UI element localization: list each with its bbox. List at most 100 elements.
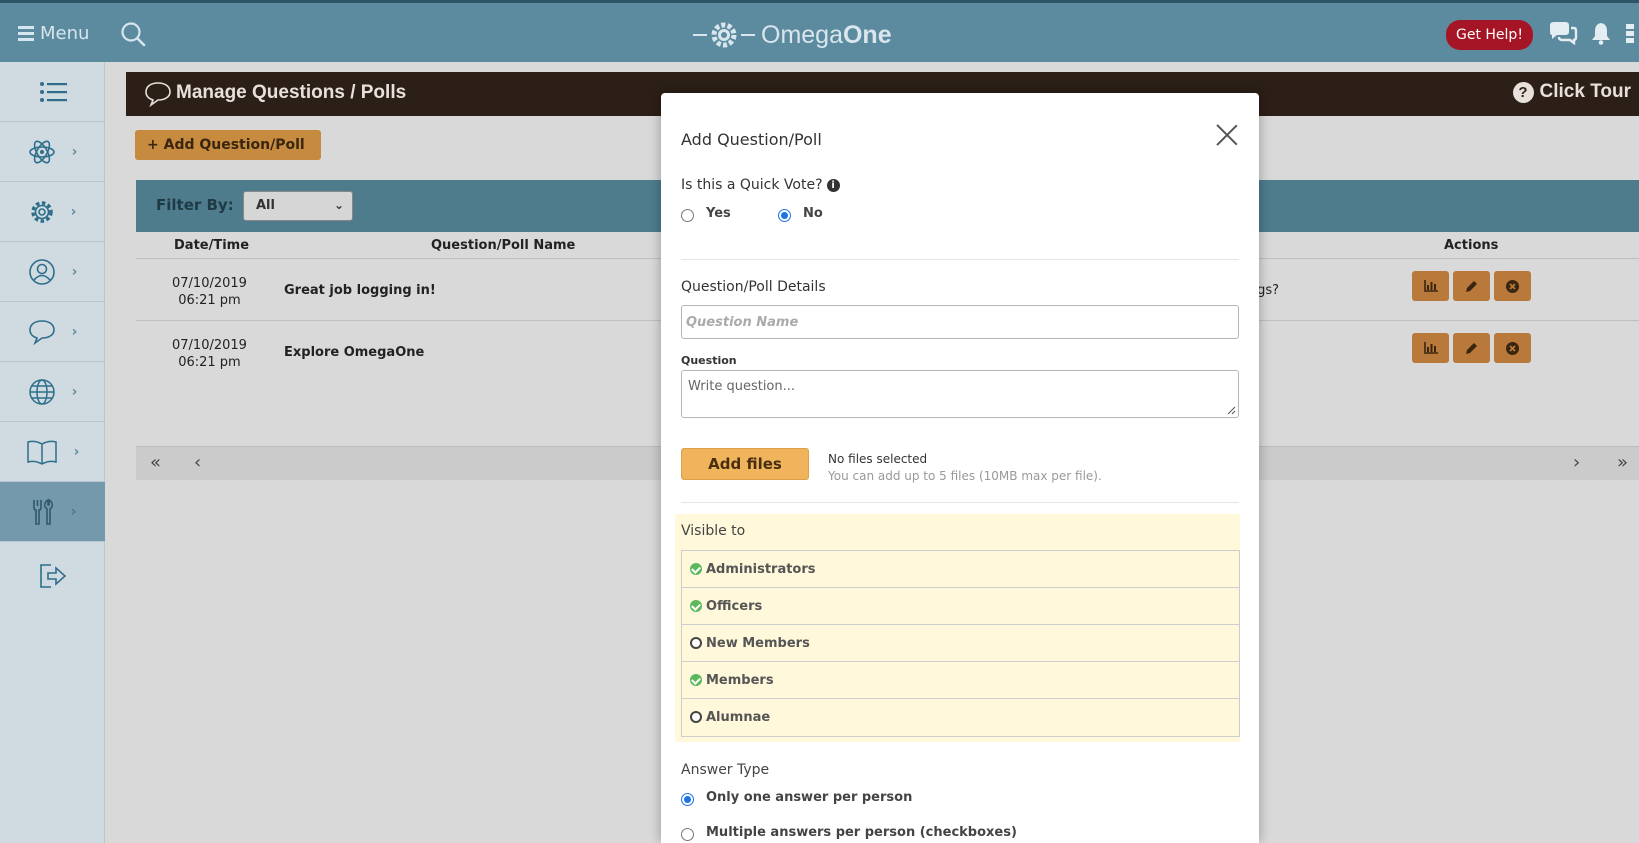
pencil-icon (1466, 342, 1477, 354)
details-label: Question/Poll Details (681, 279, 826, 295)
visible-option-administrators[interactable]: Administrators (682, 551, 1239, 588)
globe-icon (28, 378, 55, 405)
list-icon (39, 81, 67, 102)
visible-to-section: Visible to Administrators Officers New M… (675, 514, 1240, 742)
col-actions: Actions (1444, 238, 1499, 253)
files-info: No files selected You can add up to 5 fi… (828, 451, 1102, 485)
add-files-button[interactable]: Add files (681, 448, 809, 480)
filter-select[interactable]: All ⌄ (243, 191, 353, 221)
top-icons (1548, 21, 1636, 49)
chevron-right-icon: › (71, 263, 78, 280)
chat-bubbles-icon[interactable] (1548, 21, 1578, 49)
row-datetime: 07/10/2019 06:21 pm (172, 276, 247, 308)
logo-text-bold: One (842, 20, 892, 49)
sidebar-item-tools[interactable]: › (0, 482, 105, 542)
filter-label: Filter By: (156, 196, 234, 214)
question-label: Question (681, 354, 737, 367)
pencil-icon (1466, 280, 1477, 292)
prev-page-icon[interactable]: ‹ (194, 452, 201, 473)
answer-multi-radio[interactable] (681, 828, 694, 841)
atom-icon (28, 140, 55, 163)
bar-chart-icon (1423, 342, 1438, 354)
check-circle-icon (690, 563, 702, 575)
visible-option-alumnae[interactable]: Alumnae (682, 699, 1239, 736)
question-placeholder: Write question... (688, 379, 796, 394)
row-name: Great job logging in! (284, 283, 436, 298)
chevron-right-icon: › (71, 143, 78, 160)
page-title: Manage Questions / Polls (176, 82, 407, 103)
quick-vote-yes-label: Yes (706, 206, 731, 221)
chevron-down-icon: ⌄ (333, 198, 344, 212)
gear-icon (30, 200, 53, 223)
check-circle-icon (690, 600, 702, 612)
row-name: Explore OmegaOne (284, 345, 425, 360)
results-chart-button[interactable] (1412, 271, 1449, 301)
chevron-right-icon: › (73, 443, 80, 460)
visible-option-members[interactable]: Members (682, 662, 1239, 699)
tour-label: Click Tour (1539, 81, 1632, 102)
grid-icon[interactable] (1624, 21, 1636, 49)
menu-button[interactable]: Menu (18, 23, 89, 44)
results-chart-button[interactable] (1412, 333, 1449, 363)
speech-bubble-icon (145, 82, 171, 107)
question-circle-icon: ? (1512, 81, 1534, 103)
first-page-icon[interactable]: « (150, 452, 161, 473)
sidebar-item-atom[interactable]: › (0, 122, 105, 182)
answer-one-radio[interactable] (681, 793, 694, 806)
bar-chart-icon (1423, 280, 1438, 292)
sidebar: › › › › › › › (0, 62, 105, 843)
add-question-poll-button[interactable]: + Add Question/Poll (135, 130, 321, 160)
user-icon (28, 258, 55, 285)
visible-to-label: Visible to (681, 523, 746, 539)
sidebar-item-list[interactable] (0, 62, 105, 122)
chevron-right-icon: › (71, 323, 78, 340)
quick-vote-no-radio[interactable] (778, 209, 791, 222)
sidebar-item-settings[interactable]: › (0, 182, 105, 242)
bell-icon[interactable] (1590, 21, 1612, 49)
answer-multi-label: Multiple answers per person (checkboxes) (706, 825, 1017, 840)
modal-title: Add Question/Poll (681, 130, 822, 149)
next-page-icon[interactable]: › (1573, 452, 1580, 473)
delete-button[interactable] (1494, 333, 1531, 363)
visible-option-new-members[interactable]: New Members (682, 625, 1239, 662)
sidebar-item-logout[interactable] (0, 546, 105, 606)
close-circle-icon (1506, 341, 1519, 355)
question-textarea[interactable]: Write question... (681, 370, 1239, 418)
sidebar-item-profile[interactable]: › (0, 242, 105, 302)
last-page-icon[interactable]: » (1617, 452, 1628, 473)
quick-vote-label: Is this a Quick Vote? (681, 177, 823, 193)
edit-button[interactable] (1453, 333, 1490, 363)
sidebar-item-web[interactable]: › (0, 362, 105, 422)
resize-handle-icon[interactable] (1226, 405, 1236, 415)
delete-button[interactable] (1494, 271, 1531, 301)
visible-option-officers[interactable]: Officers (682, 588, 1239, 625)
no-files-text: No files selected (828, 452, 928, 466)
empty-circle-icon (690, 711, 702, 723)
get-help-button[interactable]: Get Help! (1446, 20, 1533, 50)
cog-logo-icon (693, 22, 755, 48)
answer-type-label: Answer Type (681, 762, 770, 778)
top-bar: Menu OmegaOne Get Help! (0, 0, 1639, 62)
tools-icon (32, 498, 53, 525)
chat-icon (28, 319, 55, 345)
close-circle-icon (1506, 279, 1519, 293)
sidebar-item-messages[interactable]: › (0, 302, 105, 362)
quick-vote-yes-radio[interactable] (681, 209, 694, 222)
chevron-right-icon: › (70, 503, 77, 520)
question-name-input[interactable]: Question Name (681, 305, 1239, 339)
close-icon[interactable] (1215, 123, 1239, 147)
hamburger-icon (18, 26, 34, 41)
sidebar-item-library[interactable]: › (0, 422, 105, 482)
omegaone-logo[interactable]: OmegaOne (693, 20, 892, 50)
row-datetime: 07/10/2019 06:21 pm (172, 338, 247, 370)
row-actions (1412, 271, 1531, 301)
visible-to-list: Administrators Officers New Members Memb… (681, 550, 1240, 737)
answer-one-label: Only one answer per person (706, 790, 913, 805)
info-icon[interactable]: i (826, 179, 840, 192)
search-icon[interactable] (120, 21, 146, 51)
chevron-right-icon: › (71, 383, 78, 400)
click-tour-button[interactable]: ? Click Tour (1512, 81, 1632, 103)
divider (681, 502, 1239, 503)
edit-button[interactable] (1453, 271, 1490, 301)
logo-text-light: Omega (761, 20, 843, 49)
